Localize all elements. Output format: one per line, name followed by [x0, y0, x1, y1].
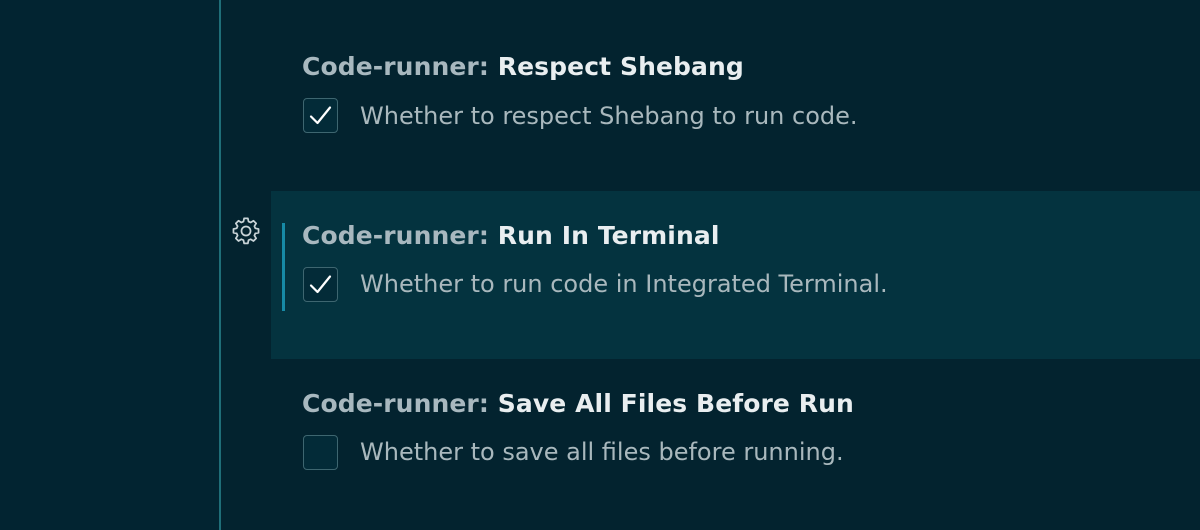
setting-name: Run In Terminal [497, 221, 720, 250]
setting-respect-shebang: Code-runner: Respect Shebang Whether to … [271, 46, 1200, 214]
setting-title: Code-runner: Run In Terminal [302, 221, 720, 251]
checkmark-icon [309, 275, 332, 294]
setting-description: Whether to respect Shebang to run code. [360, 102, 858, 130]
respect-shebang-checkbox[interactable] [303, 98, 338, 133]
setting-description: Whether to run code in Integrated Termin… [360, 270, 888, 298]
setting-category: Code-runner: [302, 389, 498, 418]
focus-indicator [282, 223, 285, 311]
settings-list: Code-runner: Respect Shebang Whether to … [221, 0, 1200, 530]
gear-icon-glyph [232, 217, 260, 245]
run-in-terminal-checkbox[interactable] [303, 267, 338, 302]
settings-editor: Code-runner: Respect Shebang Whether to … [0, 0, 1200, 530]
setting-name: Respect Shebang [497, 52, 744, 81]
setting-run-in-terminal: Code-runner: Run In Terminal Whether to … [271, 191, 1200, 359]
setting-category: Code-runner: [302, 221, 498, 250]
setting-save-all-files-before-run: Code-runner: Save All Files Before Run W… [271, 383, 1200, 530]
setting-title: Code-runner: Save All Files Before Run [302, 389, 854, 419]
setting-category: Code-runner: [302, 52, 498, 81]
setting-title: Code-runner: Respect Shebang [302, 52, 744, 82]
checkmark-icon [309, 106, 332, 125]
settings-toc-pane [0, 0, 219, 530]
save-all-files-checkbox[interactable] [303, 435, 338, 470]
gear-icon[interactable] [230, 215, 260, 245]
setting-name: Save All Files Before Run [497, 389, 854, 418]
setting-description: Whether to save all files before running… [360, 438, 844, 466]
